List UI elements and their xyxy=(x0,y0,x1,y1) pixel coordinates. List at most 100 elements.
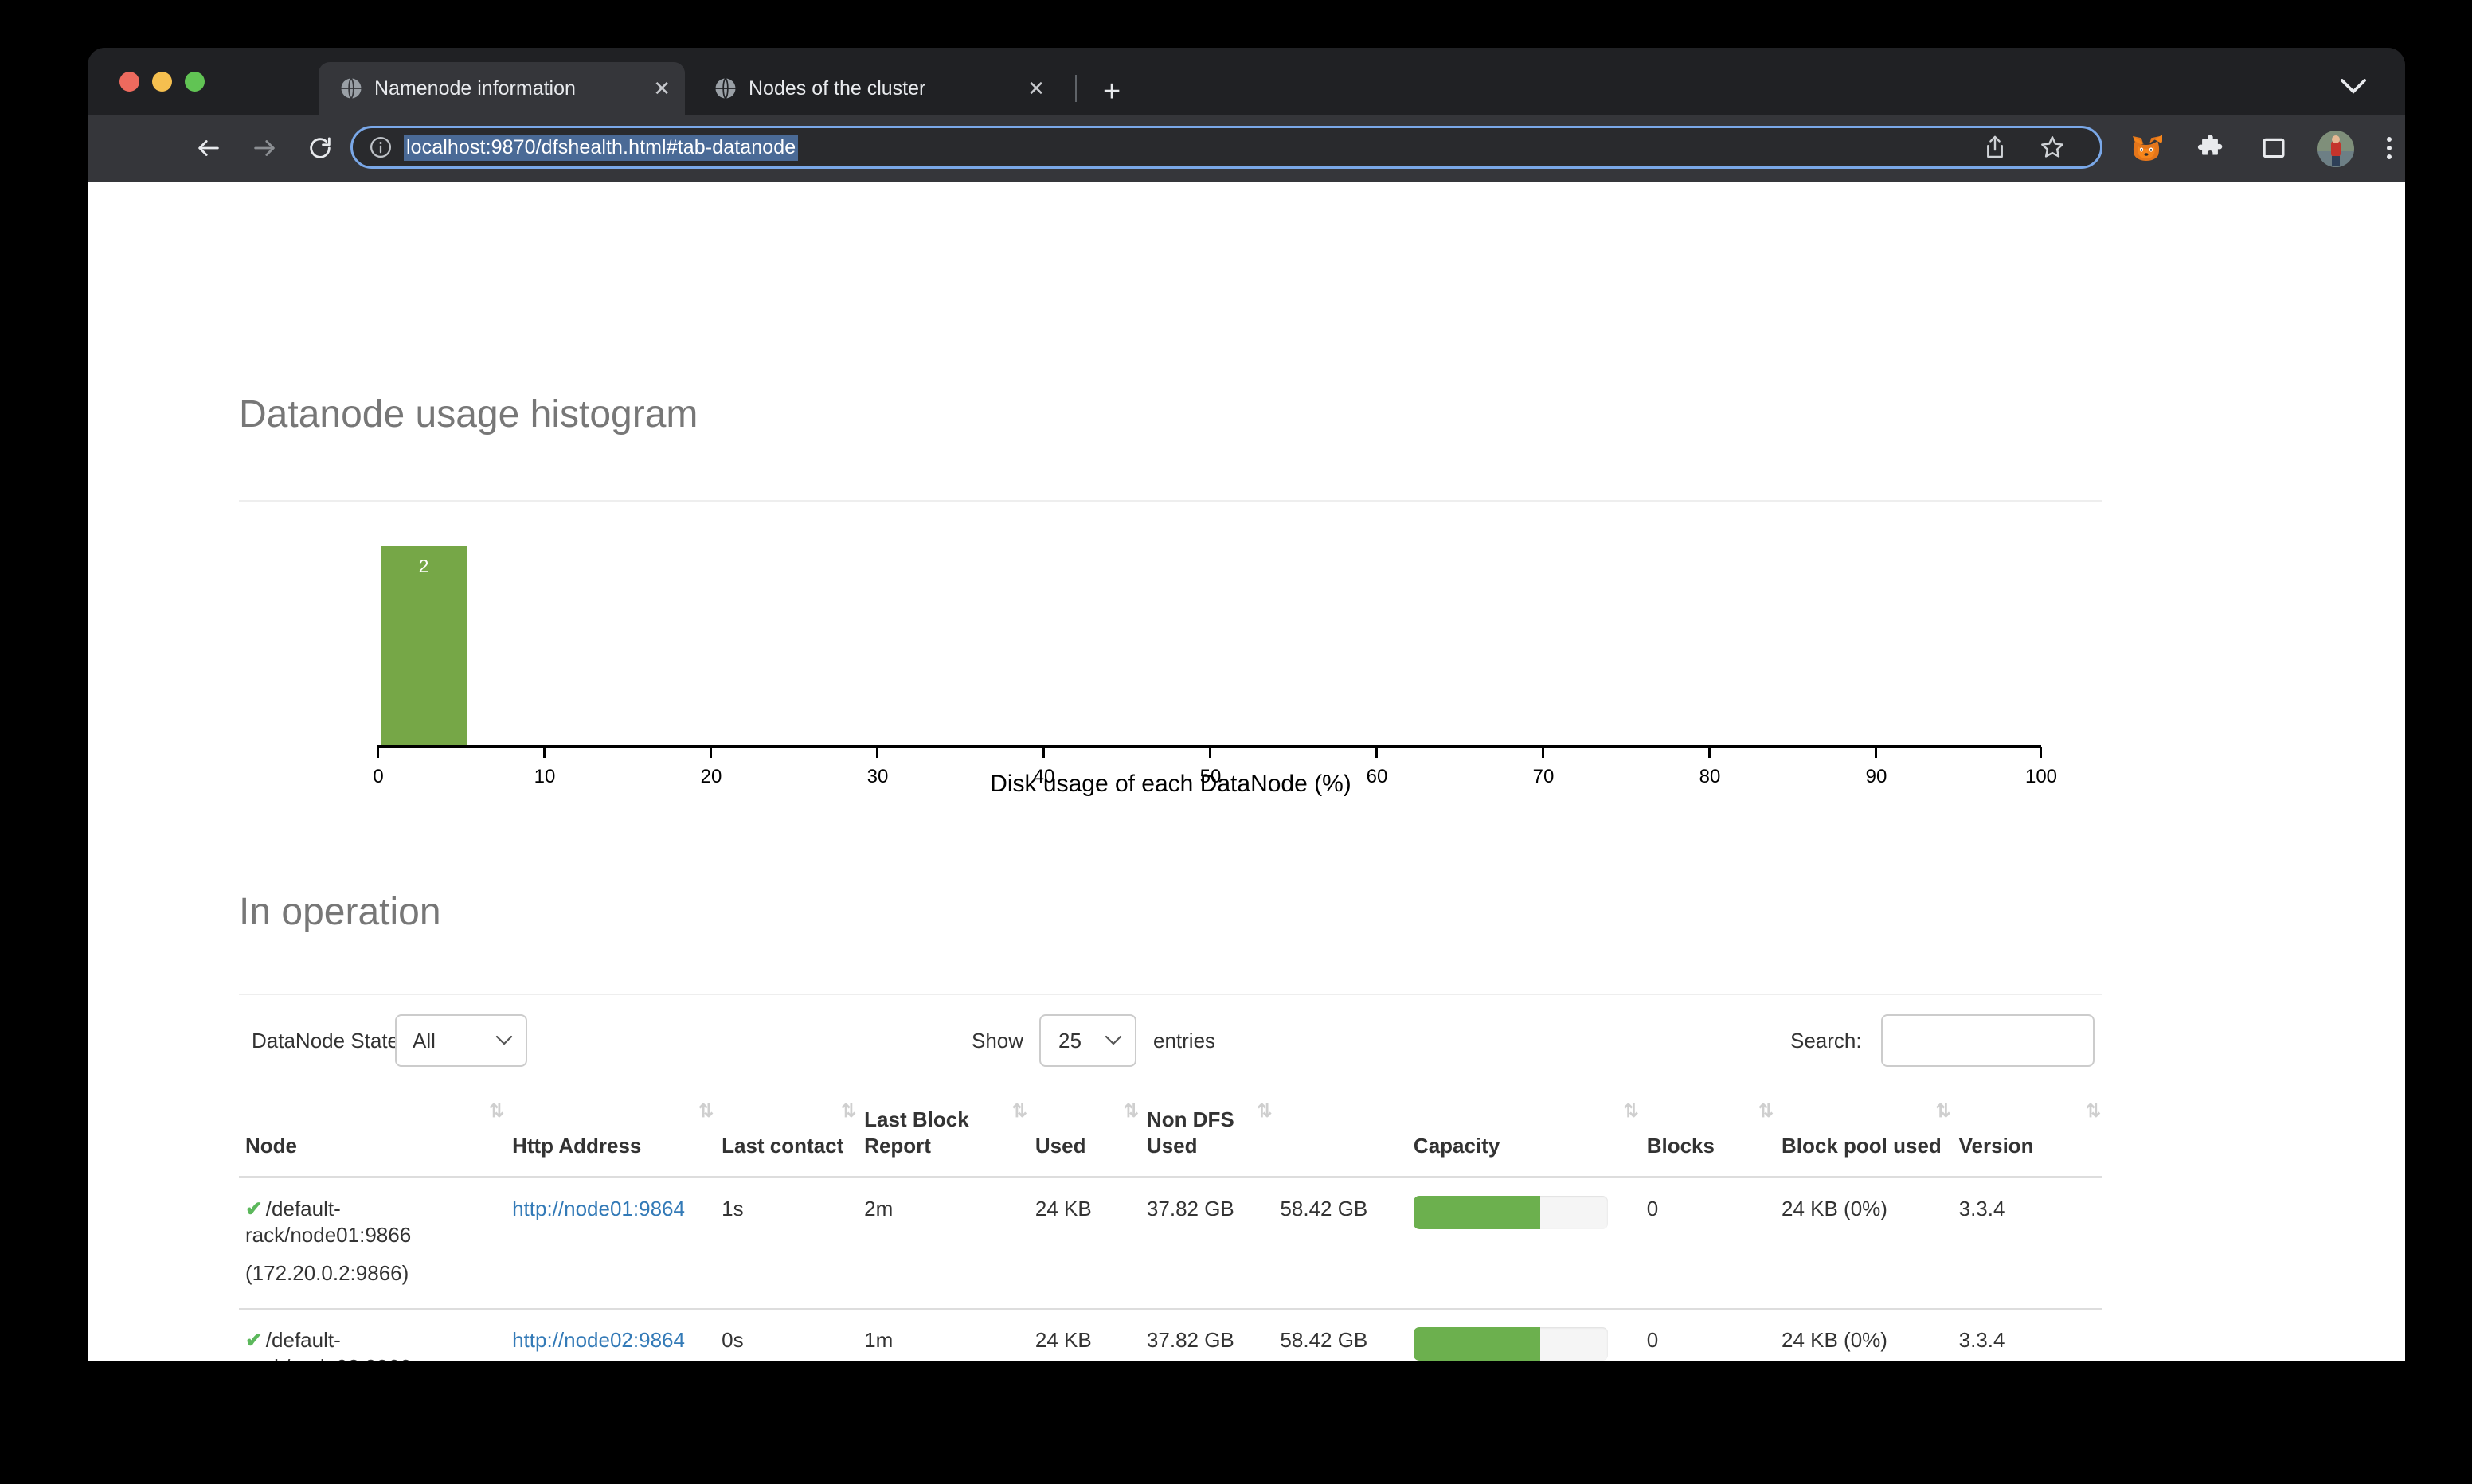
browser-window: Namenode information ✕ Nodes of the clus… xyxy=(88,48,2405,1361)
close-window-button[interactable] xyxy=(119,72,139,92)
reload-button[interactable] xyxy=(303,131,338,166)
three-dot-menu-icon xyxy=(2387,137,2392,142)
metamask-fox-icon xyxy=(2133,135,2162,161)
http-address-link[interactable]: http://node02:9864 xyxy=(512,1328,685,1352)
datanode-state-select[interactable]: All xyxy=(395,1014,527,1067)
sort-icon[interactable]: ⇅ xyxy=(1012,1102,1027,1120)
table-header-row: Node ⇅ Http Address ⇅ Last contact ⇅ Las… xyxy=(239,1089,2102,1178)
sort-icon[interactable]: ⇅ xyxy=(698,1102,714,1120)
tab-nodes-of-the-cluster[interactable]: Nodes of the cluster ✕ xyxy=(693,62,1059,115)
sort-icon[interactable]: ⇅ xyxy=(1124,1102,1139,1120)
side-panel-button[interactable] xyxy=(2258,132,2290,164)
sort-icon[interactable]: ⇅ xyxy=(489,1102,504,1120)
sort-icon[interactable]: ⇅ xyxy=(1935,1102,1950,1120)
cell-capacity-value: 58.42 GB xyxy=(1273,1308,1407,1361)
forward-arrow-icon xyxy=(254,140,275,156)
histogram-bar: 2 xyxy=(381,546,467,745)
column-label: Http Address xyxy=(512,1134,642,1158)
close-icon[interactable]: ✕ xyxy=(1027,78,1045,99)
window-traffic-lights xyxy=(119,72,205,92)
minimize-window-button[interactable] xyxy=(152,72,172,92)
table-body: ✔/default-rack/node01:9866 (172.20.0.2:9… xyxy=(239,1177,2102,1361)
cell-last-contact: 1s xyxy=(715,1177,859,1310)
cell-block-pool-used: 24 KB (0%) xyxy=(1774,1308,1953,1361)
histogram-bar-label: 2 xyxy=(418,556,429,576)
maximize-window-button[interactable] xyxy=(185,72,205,92)
table-row: ✔/default-rack/node01:9866 (172.20.0.2:9… xyxy=(239,1177,2102,1310)
metamask-extension-icon[interactable] xyxy=(2130,132,2162,164)
column-header-used[interactable]: Used ⇅ xyxy=(1028,1089,1140,1178)
datanode-up-icon: ✔ xyxy=(245,1327,263,1352)
cell-node: ✔/default-rack/node01:9866 (172.20.0.2:9… xyxy=(239,1177,507,1310)
column-header-last-block-report[interactable]: Last Block Report ⇅ xyxy=(858,1089,1029,1178)
close-icon[interactable]: ✕ xyxy=(653,78,671,99)
column-header-http-address[interactable]: Http Address ⇅ xyxy=(506,1089,716,1178)
column-label: Blocks xyxy=(1646,1134,1715,1158)
address-bar[interactable]: localhost:9870/dfshealth.html#tab-datano… xyxy=(350,126,2102,169)
cell-last-contact: 0s xyxy=(715,1308,859,1361)
back-button[interactable] xyxy=(191,131,226,166)
sort-icon[interactable]: ⇅ xyxy=(1758,1102,1774,1120)
tab-strip: Namenode information ✕ Nodes of the clus… xyxy=(88,48,2405,115)
tab-namenode-information[interactable]: Namenode information ✕ xyxy=(319,62,685,115)
reload-icon xyxy=(310,137,331,158)
sort-icon[interactable]: ⇅ xyxy=(1257,1102,1272,1120)
chevron-down-icon[interactable] xyxy=(2340,78,2367,94)
cell-non-dfs-used: 37.82 GB xyxy=(1140,1177,1274,1310)
star-icon[interactable] xyxy=(2039,134,2066,161)
cell-blocks: 0 xyxy=(1640,1177,1775,1310)
cell-blocks: 0 xyxy=(1640,1308,1775,1361)
datanodes-table: Node ⇅ Http Address ⇅ Last contact ⇅ Las… xyxy=(239,1089,2102,1361)
info-circle-icon[interactable] xyxy=(369,135,393,159)
search-input[interactable] xyxy=(1881,1014,2095,1067)
capacity-progress-bar xyxy=(1413,1326,1608,1361)
column-header-version[interactable]: Version ⇅ xyxy=(1952,1089,2102,1178)
datanode-usage-histogram: 2 0 10 20 30 40 50 60 70 80 90 100 xyxy=(239,524,2102,795)
column-label: Last contact xyxy=(722,1134,844,1158)
avatar[interactable] xyxy=(2318,131,2354,167)
new-tab-button[interactable]: + xyxy=(1103,76,1121,107)
table-controls: DataNode State All Show 25 entries Searc… xyxy=(239,1010,2102,1081)
column-header-capacity[interactable]: Capacity ⇅ xyxy=(1406,1089,1641,1178)
back-arrow-icon xyxy=(198,140,219,156)
column-header-node[interactable]: Node ⇅ xyxy=(239,1089,507,1178)
share-icon[interactable] xyxy=(1983,134,2007,161)
column-header-non-dfs-used[interactable]: Non DFS Used ⇅ xyxy=(1140,1089,1274,1178)
column-header-block-pool-used[interactable]: Block pool used ⇅ xyxy=(1774,1089,1953,1178)
cell-used: 24 KB xyxy=(1028,1177,1140,1310)
chevron-down-icon xyxy=(1105,1035,1122,1045)
http-address-link[interactable]: http://node01:9864 xyxy=(512,1197,685,1220)
side-panel-icon xyxy=(2263,138,2285,158)
browser-toolbar: localhost:9870/dfshealth.html#tab-datano… xyxy=(88,115,2405,182)
show-label: Show xyxy=(972,1029,1024,1052)
address-bar-url[interactable]: localhost:9870/dfshealth.html#tab-datano… xyxy=(404,134,799,161)
globe-icon xyxy=(715,77,736,100)
profile-photo xyxy=(2318,131,2354,167)
cell-last-block-report: 2m xyxy=(858,1177,1029,1310)
page-size-select[interactable]: 25 xyxy=(1039,1014,1136,1067)
column-header-blocks[interactable]: Blocks ⇅ xyxy=(1640,1089,1775,1178)
cell-non-dfs-used: 37.82 GB xyxy=(1140,1308,1274,1361)
cell-capacity-value: 58.42 GB xyxy=(1273,1177,1407,1310)
node-name: /default-rack/node01:9866 xyxy=(245,1196,412,1248)
sort-icon[interactable]: ⇅ xyxy=(1623,1102,1638,1120)
forward-button[interactable] xyxy=(247,131,282,166)
column-label: Version xyxy=(1958,1134,2034,1158)
cell-http-address: http://node02:9864 xyxy=(506,1308,716,1361)
datanode-state-value: All xyxy=(413,1028,436,1052)
sort-icon[interactable]: ⇅ xyxy=(2086,1102,2101,1120)
capacity-progress-fill xyxy=(1413,1195,1540,1229)
extensions-button[interactable] xyxy=(2194,132,2226,164)
cell-capacity-bar xyxy=(1406,1308,1641,1361)
sort-icon[interactable]: ⇅ xyxy=(841,1102,856,1120)
chrome-menu-button[interactable] xyxy=(2373,132,2405,164)
cell-used: 24 KB xyxy=(1028,1308,1140,1361)
column-label: Capacity xyxy=(1413,1134,1500,1158)
puzzle-icon xyxy=(2197,135,2223,155)
cell-block-pool-used: 24 KB (0%) xyxy=(1774,1177,1953,1310)
cell-version: 3.3.4 xyxy=(1952,1177,2102,1310)
column-header-capacity-value[interactable] xyxy=(1273,1089,1407,1178)
cell-capacity-bar xyxy=(1406,1177,1641,1310)
column-header-last-contact[interactable]: Last contact ⇅ xyxy=(715,1089,859,1178)
entries-label: entries xyxy=(1153,1029,1216,1052)
